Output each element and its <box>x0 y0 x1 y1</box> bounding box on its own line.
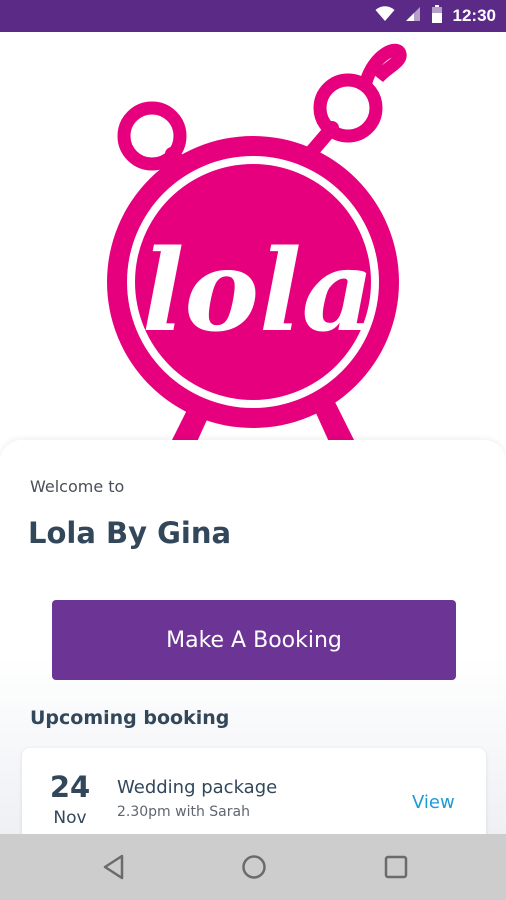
logo-text: lola <box>142 226 374 357</box>
status-time: 12:30 <box>452 6 496 25</box>
welcome-text: Welcome to <box>30 477 125 496</box>
make-booking-button[interactable]: Make A Booking <box>52 600 456 680</box>
recents-icon[interactable] <box>380 851 412 883</box>
view-booking-link[interactable]: View <box>412 792 455 813</box>
logo-area: lola <box>0 32 506 462</box>
upcoming-booking-title: Upcoming booking <box>30 707 230 729</box>
booking-month: Nov <box>53 808 87 828</box>
booking-title: Wedding package <box>117 777 278 798</box>
booking-day: 24 <box>49 770 91 804</box>
wifi-icon <box>375 6 395 26</box>
upcoming-booking-card[interactable]: 24 Nov Wedding package 2.30pm with Sarah… <box>22 748 486 848</box>
status-bar: 12:30 <box>0 0 506 32</box>
booking-detail: 2.30pm with Sarah <box>117 804 250 820</box>
signal-icon <box>405 6 421 26</box>
lola-logo: lola <box>107 43 407 444</box>
system-nav-bar <box>0 834 506 900</box>
app-screen: 12:30 lola Welcome to Lola By Gina Make … <box>0 0 506 900</box>
business-name: Lola By Gina <box>28 516 232 550</box>
battery-icon <box>431 5 443 27</box>
home-icon[interactable] <box>238 851 270 883</box>
back-icon[interactable] <box>98 851 130 883</box>
welcome-card: Welcome to Lola By Gina Make A Booking U… <box>0 440 506 848</box>
